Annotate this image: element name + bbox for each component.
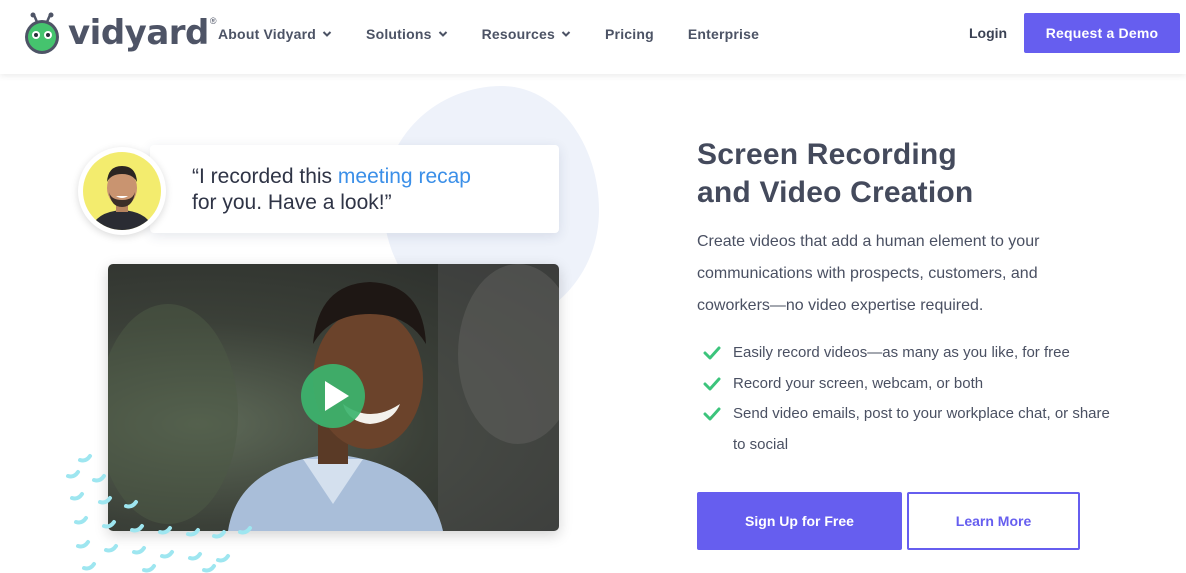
logo-wordmark: vidyard bbox=[68, 13, 209, 53]
nav-resources[interactable]: Resources bbox=[482, 24, 571, 44]
list-item: Easily record videos—as many as you like… bbox=[703, 338, 1123, 369]
play-button[interactable] bbox=[301, 364, 365, 428]
list-item: Record your screen, webcam, or both bbox=[703, 369, 1123, 400]
page-title: Screen Recording and Video Creation bbox=[697, 136, 1167, 212]
check-icon bbox=[703, 407, 721, 421]
vidyard-logo[interactable]: vidyard ® bbox=[20, 11, 217, 55]
nav-label: About Vidyard bbox=[218, 26, 317, 42]
chevron-down-icon bbox=[322, 31, 332, 37]
learn-more-button[interactable]: Learn More bbox=[907, 492, 1080, 550]
registered-mark: ® bbox=[209, 16, 217, 26]
sign-up-free-button[interactable]: Sign Up for Free bbox=[697, 492, 902, 550]
nav-label: Pricing bbox=[605, 26, 654, 42]
chevron-down-icon bbox=[561, 31, 571, 37]
main-nav: About Vidyard Solutions Resources Pricin… bbox=[218, 24, 793, 44]
feature-text: Easily record videos—as many as you like… bbox=[733, 344, 1070, 361]
quote-highlight: meeting recap bbox=[337, 165, 471, 188]
decorative-confetti bbox=[66, 454, 252, 573]
nav-solutions[interactable]: Solutions bbox=[366, 24, 448, 44]
avatar-photo bbox=[83, 152, 161, 230]
quote-text: “I recorded this meeting recap for you. … bbox=[192, 164, 471, 216]
play-icon bbox=[325, 381, 349, 411]
check-icon bbox=[703, 377, 721, 390]
quote-prefix: “I recorded this bbox=[192, 165, 338, 188]
person-portrait-icon bbox=[91, 166, 153, 230]
hero-description: Create videos that add a human element t… bbox=[697, 233, 1040, 314]
feature-list: Easily record videos—as many as you like… bbox=[703, 338, 1123, 460]
nav-pricing[interactable]: Pricing bbox=[605, 24, 654, 44]
nav-label: Enterprise bbox=[687, 26, 760, 42]
nav-about-vidyard[interactable]: About Vidyard bbox=[218, 24, 332, 44]
title-line-2: and Video Creation bbox=[697, 176, 974, 209]
nav-enterprise[interactable]: Enterprise bbox=[688, 24, 759, 44]
quote-suffix: for you. Have a look!” bbox=[192, 191, 392, 214]
chevron-down-icon bbox=[438, 31, 447, 37]
feature-text: Send video emails, post to your workplac… bbox=[733, 405, 1110, 453]
check-icon bbox=[703, 346, 721, 360]
request-demo-button[interactable]: Request a Demo bbox=[1024, 13, 1180, 53]
avatar bbox=[78, 147, 166, 235]
nav-label: Solutions bbox=[366, 26, 432, 42]
login-link[interactable]: Login bbox=[969, 25, 1007, 41]
title-line-1: Screen Recording bbox=[697, 138, 957, 171]
quote-card: “I recorded this meeting recap for you. … bbox=[150, 145, 559, 233]
vidyard-robot-icon bbox=[25, 12, 59, 54]
feature-text: Record your screen, webcam, or both bbox=[733, 374, 984, 392]
nav-label: Resources bbox=[481, 26, 556, 42]
site-header: vidyard ® About Vidyard Solutions Resour… bbox=[0, 0, 1186, 74]
list-item: Send video emails, post to your workplac… bbox=[703, 399, 1123, 460]
